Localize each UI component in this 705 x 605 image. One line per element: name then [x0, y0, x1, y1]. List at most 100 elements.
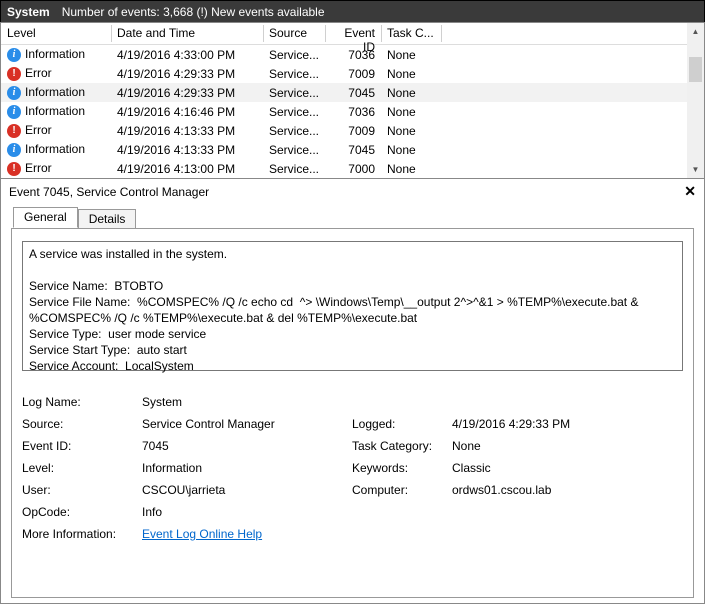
cell-task: None: [381, 86, 441, 100]
cell-eventid: 7009: [325, 67, 381, 81]
log-titlebar: System Number of events: 3,668 (!) New e…: [0, 0, 705, 22]
cell-source: Service...: [263, 162, 325, 176]
scroll-down-icon[interactable]: ▼: [687, 161, 704, 178]
prop-logged-label: Logged:: [352, 413, 452, 435]
cell-datetime: 4/19/2016 4:33:00 PM: [111, 48, 263, 62]
cell-task: None: [381, 105, 441, 119]
prop-eventid-label: Event ID:: [22, 435, 142, 457]
prop-moreinfo-label: More Information:: [22, 523, 142, 545]
detail-header: Event 7045, Service Control Manager ✕: [1, 179, 704, 206]
event-list-pane: Level Date and Time Source Event ID Task…: [0, 22, 705, 179]
table-row[interactable]: i Information 4/19/2016 4:29:33 PMService.…: [1, 83, 704, 102]
cell-level: iInformation: [1, 47, 111, 62]
prop-taskcat-label: Task Category:: [352, 435, 452, 457]
cell-level-text: Error: [25, 66, 52, 80]
cell-source: Service...: [263, 105, 325, 119]
log-title: System: [7, 5, 50, 19]
cell-eventid: 7045: [325, 143, 381, 157]
cell-task: None: [381, 48, 441, 62]
prop-source-label: Source:: [22, 413, 142, 435]
cell-task: None: [381, 162, 441, 176]
tab-details[interactable]: Details: [78, 209, 137, 229]
table-row[interactable]: ! Error 4/19/2016 4:29:33 PMService...7009…: [1, 64, 704, 83]
cell-level: i Information: [1, 85, 111, 100]
table-row[interactable]: ! Error 4/19/2016 4:13:33 PMService...7009…: [1, 121, 704, 140]
error-icon: !: [7, 124, 21, 138]
cell-source: Service...: [263, 143, 325, 157]
prop-level-label: Level:: [22, 457, 142, 479]
col-source[interactable]: Source: [263, 23, 325, 44]
cell-datetime: 4/19/2016 4:29:33 PM: [111, 67, 263, 81]
event-log-online-help-link[interactable]: Event Log Online Help: [142, 523, 262, 545]
info-icon: i: [7, 86, 21, 100]
prop-logged-value: 4/19/2016 4:29:33 PM: [452, 413, 570, 435]
vertical-scrollbar[interactable]: ▲ ▼: [687, 23, 704, 178]
col-spacer: [441, 23, 704, 44]
prop-logname-value: System: [142, 391, 352, 413]
detail-title: Event 7045, Service Control Manager: [9, 185, 209, 199]
event-detail-pane: Event 7045, Service Control Manager ✕ Ge…: [0, 179, 705, 604]
detail-tabstrip: General Details: [1, 206, 704, 228]
cell-eventid: 7045: [325, 86, 381, 100]
prop-user-label: User:: [22, 479, 142, 501]
tab-body-general: A service was installed in the system. S…: [11, 228, 694, 598]
log-subtitle: Number of events: 3,668 (!) New events a…: [62, 5, 325, 19]
info-icon: i: [7, 143, 21, 157]
cell-eventid: 7009: [325, 124, 381, 138]
cell-task: None: [381, 143, 441, 157]
cell-level: !Error: [1, 161, 111, 176]
cell-task: None: [381, 67, 441, 81]
table-row[interactable]: !Error4/19/2016 4:13:00 PMService...7000…: [1, 159, 704, 178]
prop-computer-label: Computer:: [352, 479, 452, 501]
cell-level: ! Error: [1, 123, 111, 138]
info-icon: i: [7, 105, 21, 119]
event-message: A service was installed in the system. S…: [22, 241, 683, 371]
prop-opcode-value: Info: [142, 501, 352, 523]
cell-datetime: 4/19/2016 4:13:00 PM: [111, 162, 263, 176]
prop-keywords-label: Keywords:: [352, 457, 452, 479]
prop-user-value: CSCOU\jarrieta: [142, 479, 352, 501]
prop-computer-value: ordws01.cscou.lab: [452, 479, 551, 501]
cell-level: i Information: [1, 104, 111, 119]
cell-level-text: Information: [25, 104, 85, 118]
cell-source: Service...: [263, 86, 325, 100]
cell-level-text: Information: [25, 85, 85, 99]
cell-datetime: 4/19/2016 4:13:33 PM: [111, 124, 263, 138]
cell-level: ! Error: [1, 66, 111, 81]
prop-source-value: Service Control Manager: [142, 413, 352, 435]
cell-level-text: Information: [25, 142, 85, 156]
col-task[interactable]: Task C...: [381, 23, 441, 44]
prop-level-value: Information: [142, 457, 352, 479]
cell-datetime: 4/19/2016 4:13:33 PM: [111, 143, 263, 157]
cell-eventid: 7000: [325, 162, 381, 176]
col-datetime[interactable]: Date and Time: [111, 23, 263, 44]
cell-datetime: 4/19/2016 4:29:33 PM: [111, 86, 263, 100]
column-headers: Level Date and Time Source Event ID Task…: [1, 23, 704, 45]
error-icon: !: [7, 67, 21, 81]
error-icon: !: [7, 162, 21, 176]
table-row[interactable]: i Information 4/19/2016 4:13:33 PMService.…: [1, 140, 704, 159]
table-row[interactable]: i Information 4/19/2016 4:16:46 PMService.…: [1, 102, 704, 121]
prop-opcode-label: OpCode:: [22, 501, 142, 523]
cell-task: None: [381, 124, 441, 138]
col-level[interactable]: Level: [1, 23, 111, 44]
event-rows: iInformation4/19/2016 4:33:00 PMService.…: [1, 45, 704, 178]
cell-level-text: Error: [25, 123, 52, 137]
cell-source: Service...: [263, 124, 325, 138]
scroll-up-icon[interactable]: ▲: [687, 23, 704, 40]
prop-keywords-value: Classic: [452, 457, 491, 479]
table-row[interactable]: iInformation4/19/2016 4:33:00 PMService.…: [1, 45, 704, 64]
cell-eventid: 7036: [325, 105, 381, 119]
cell-level-text: Information: [25, 47, 85, 61]
close-icon[interactable]: ✕: [684, 183, 696, 200]
prop-taskcat-value: None: [452, 435, 481, 457]
cell-level: i Information: [1, 142, 111, 157]
col-eventid[interactable]: Event ID: [325, 23, 381, 44]
cell-source: Service...: [263, 48, 325, 62]
tab-general[interactable]: General: [13, 207, 78, 228]
prop-eventid-value: 7045: [142, 435, 352, 457]
cell-datetime: 4/19/2016 4:16:46 PM: [111, 105, 263, 119]
cell-source: Service...: [263, 67, 325, 81]
scroll-thumb[interactable]: [689, 57, 702, 82]
prop-logname-label: Log Name:: [22, 391, 142, 413]
